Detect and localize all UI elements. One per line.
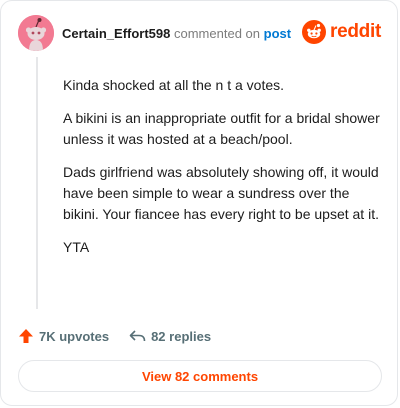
comment-actions: 7K upvotes 82 replies	[18, 328, 211, 344]
comment-paragraph: YTA	[63, 239, 90, 255]
replies-button[interactable]: 82 replies	[129, 328, 211, 344]
comment-paragraph: Dads girlfriend was absolutely showing o…	[63, 164, 379, 222]
avatar[interactable]	[18, 15, 54, 51]
username-link[interactable]: Certain_Effort598	[62, 26, 170, 41]
snoo-avatar-icon	[18, 15, 54, 51]
reply-arrow-icon	[129, 330, 146, 342]
reply-count: 82 replies	[151, 328, 212, 344]
comment-paragraph: Kinda shocked at all the n t a votes.	[63, 77, 285, 93]
commented-on-text: commented on	[174, 26, 260, 41]
view-comments-button[interactable]: View 82 comments	[18, 360, 382, 392]
post-link[interactable]: post	[264, 26, 291, 41]
comment-card: Certain_Effort598 commented on post redd…	[0, 0, 398, 406]
reddit-logo-icon	[302, 20, 327, 44]
comment-header: Certain_Effort598 commented on post	[62, 26, 291, 42]
reddit-wordmark: reddit	[330, 21, 381, 42]
comment-paragraph: A bikini is an inappropriate outfit for …	[63, 110, 380, 147]
reddit-brand[interactable]: reddit	[302, 20, 381, 44]
upvote-count: 7K upvotes	[39, 328, 110, 344]
thread-line	[36, 57, 38, 309]
comment-body: Kinda shocked at all the n t a votes. A …	[63, 75, 381, 270]
upvote-arrow-icon	[19, 329, 33, 343]
upvote-button[interactable]: 7K upvotes	[18, 328, 109, 344]
